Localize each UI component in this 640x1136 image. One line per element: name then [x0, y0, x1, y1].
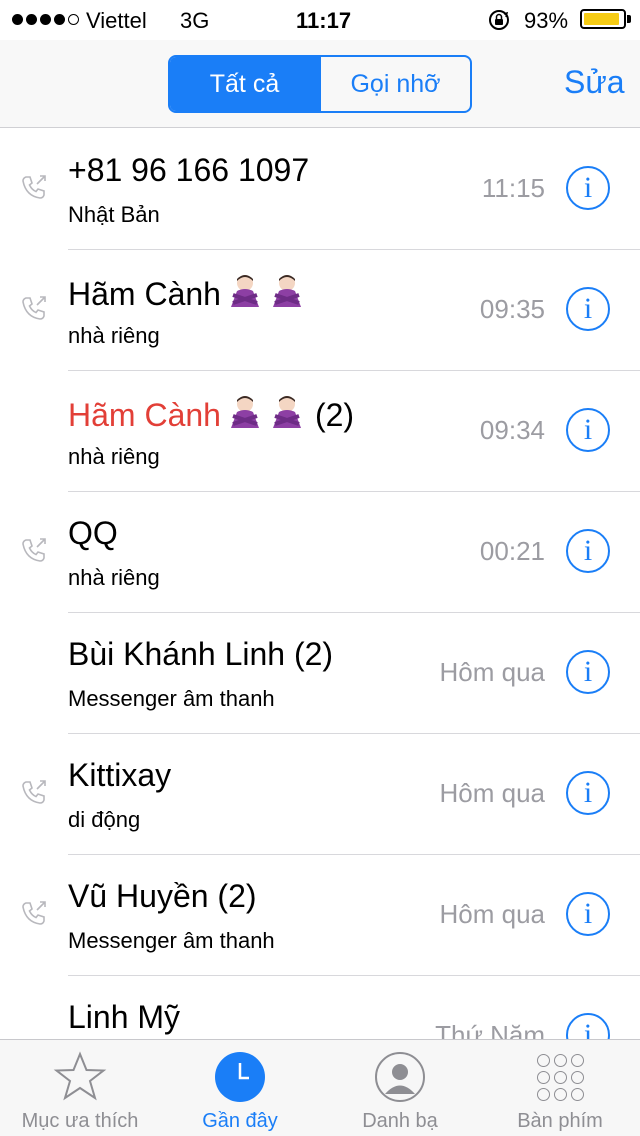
- person-gesturing-no-emoji: [227, 394, 263, 438]
- segment-all-calls[interactable]: Tất cả: [170, 57, 319, 111]
- outgoing-call-icon: [20, 536, 48, 564]
- tab-contacts-label: Danh bạ: [362, 1110, 438, 1132]
- person-gesturing-no-emoji: [227, 273, 263, 317]
- info-button[interactable]: i: [566, 287, 610, 331]
- call-count: (2): [314, 397, 355, 433]
- call-time: 09:35: [479, 294, 545, 324]
- recent-calls-list[interactable]: +81 96 166 1097 Nhật Bản 11:15 i Hãm Cành nhà…: [0, 129, 640, 1039]
- info-button[interactable]: i: [566, 408, 610, 452]
- outgoing-call-icon: [20, 899, 48, 927]
- info-button[interactable]: i: [566, 771, 610, 815]
- segment-missed-calls[interactable]: Gọi nhỡ: [319, 57, 470, 111]
- info-button[interactable]: i: [566, 650, 610, 694]
- tab-recents[interactable]: Gần đây: [160, 1040, 320, 1136]
- outgoing-call-icon: [20, 294, 48, 322]
- call-label: di động: [68, 807, 141, 832]
- battery-percent: 93%: [524, 8, 569, 33]
- caller-name: Hãm Cành (2): [68, 394, 354, 438]
- tab-bar: Mục ưa thích Gần đây Danh bạ Bàn phím: [0, 1039, 640, 1136]
- call-label: Messenger âm thanh: [68, 686, 275, 711]
- battery-icon: [580, 9, 626, 29]
- call-time: 00:21: [479, 536, 545, 566]
- tab-favorites-label: Mục ưa thích: [21, 1110, 139, 1132]
- call-time: 11:15: [481, 173, 545, 203]
- call-row[interactable]: Hãm Cành nhà riêng 09:35 i: [0, 250, 640, 371]
- person-gesturing-no-emoji: [269, 394, 305, 438]
- outgoing-call-icon: [20, 173, 48, 201]
- call-row[interactable]: Kittixay di động Hôm qua i: [0, 734, 640, 855]
- call-row[interactable]: Hãm Cành (2) nhà riêng 09:34 i: [0, 371, 640, 492]
- navigation-bar: Tất cả Gọi nhỡ Sửa: [0, 40, 640, 128]
- call-time: Hôm qua: [439, 657, 546, 687]
- call-label: Messenger âm thanh: [68, 928, 275, 953]
- calls-filter-segmented-control: Tất cả Gọi nhỡ: [168, 55, 472, 113]
- call-label: Nhật Bản: [68, 202, 160, 227]
- info-button[interactable]: i: [566, 1013, 610, 1039]
- signal-strength-indicator: [12, 14, 79, 25]
- call-label: nhà riêng: [68, 444, 160, 469]
- status-time: 11:17: [296, 8, 352, 33]
- keypad-icon: [536, 1053, 584, 1101]
- edit-button[interactable]: Sửa: [564, 64, 625, 101]
- clock-icon: [215, 1052, 265, 1102]
- rotation-lock-icon: [489, 10, 509, 30]
- tab-favorites[interactable]: Mục ưa thích: [0, 1040, 160, 1136]
- call-row[interactable]: Linh Mỹ Thứ Năm i: [0, 976, 640, 1039]
- star-icon: [53, 1051, 107, 1101]
- network-type: 3G: [180, 8, 210, 33]
- call-label: nhà riêng: [68, 323, 160, 348]
- caller-name: Vũ Huyền (2): [68, 878, 257, 914]
- tab-keypad-label: Bàn phím: [517, 1110, 603, 1132]
- call-row[interactable]: QQ nhà riêng 00:21 i: [0, 492, 640, 613]
- caller-name: Kittixay: [68, 757, 172, 793]
- caller-name: Linh Mỹ: [68, 999, 181, 1035]
- caller-name: Bùi Khánh Linh (2): [68, 636, 334, 672]
- caller-name: +81 96 166 1097: [68, 152, 310, 188]
- carrier-name: Viettel: [86, 8, 147, 33]
- tab-recents-label: Gần đây: [202, 1110, 278, 1132]
- caller-name: QQ: [68, 515, 118, 551]
- tab-contacts[interactable]: Danh bạ: [320, 1040, 480, 1136]
- call-time: 09:34: [479, 415, 545, 445]
- info-button[interactable]: i: [566, 166, 610, 210]
- call-time: Hôm qua: [439, 899, 546, 929]
- status-bar: Viettel 3G 11:17 93%: [0, 0, 640, 40]
- info-button[interactable]: i: [566, 892, 610, 936]
- call-row[interactable]: +81 96 166 1097 Nhật Bản 11:15 i: [0, 129, 640, 250]
- person-gesturing-no-emoji: [269, 273, 305, 317]
- caller-name: Hãm Cành: [68, 273, 305, 317]
- call-row[interactable]: Bùi Khánh Linh (2) Messenger âm thanh Hôm …: [0, 613, 640, 734]
- outgoing-call-icon: [20, 778, 48, 806]
- call-label: nhà riêng: [68, 565, 160, 590]
- call-row[interactable]: Vũ Huyền (2) Messenger âm thanh Hôm qua i: [0, 855, 640, 976]
- call-time: Hôm qua: [439, 778, 546, 808]
- call-time: Thứ Năm: [435, 1020, 545, 1039]
- contacts-icon: [375, 1052, 425, 1102]
- tab-keypad[interactable]: Bàn phím: [480, 1040, 640, 1136]
- info-button[interactable]: i: [566, 529, 610, 573]
